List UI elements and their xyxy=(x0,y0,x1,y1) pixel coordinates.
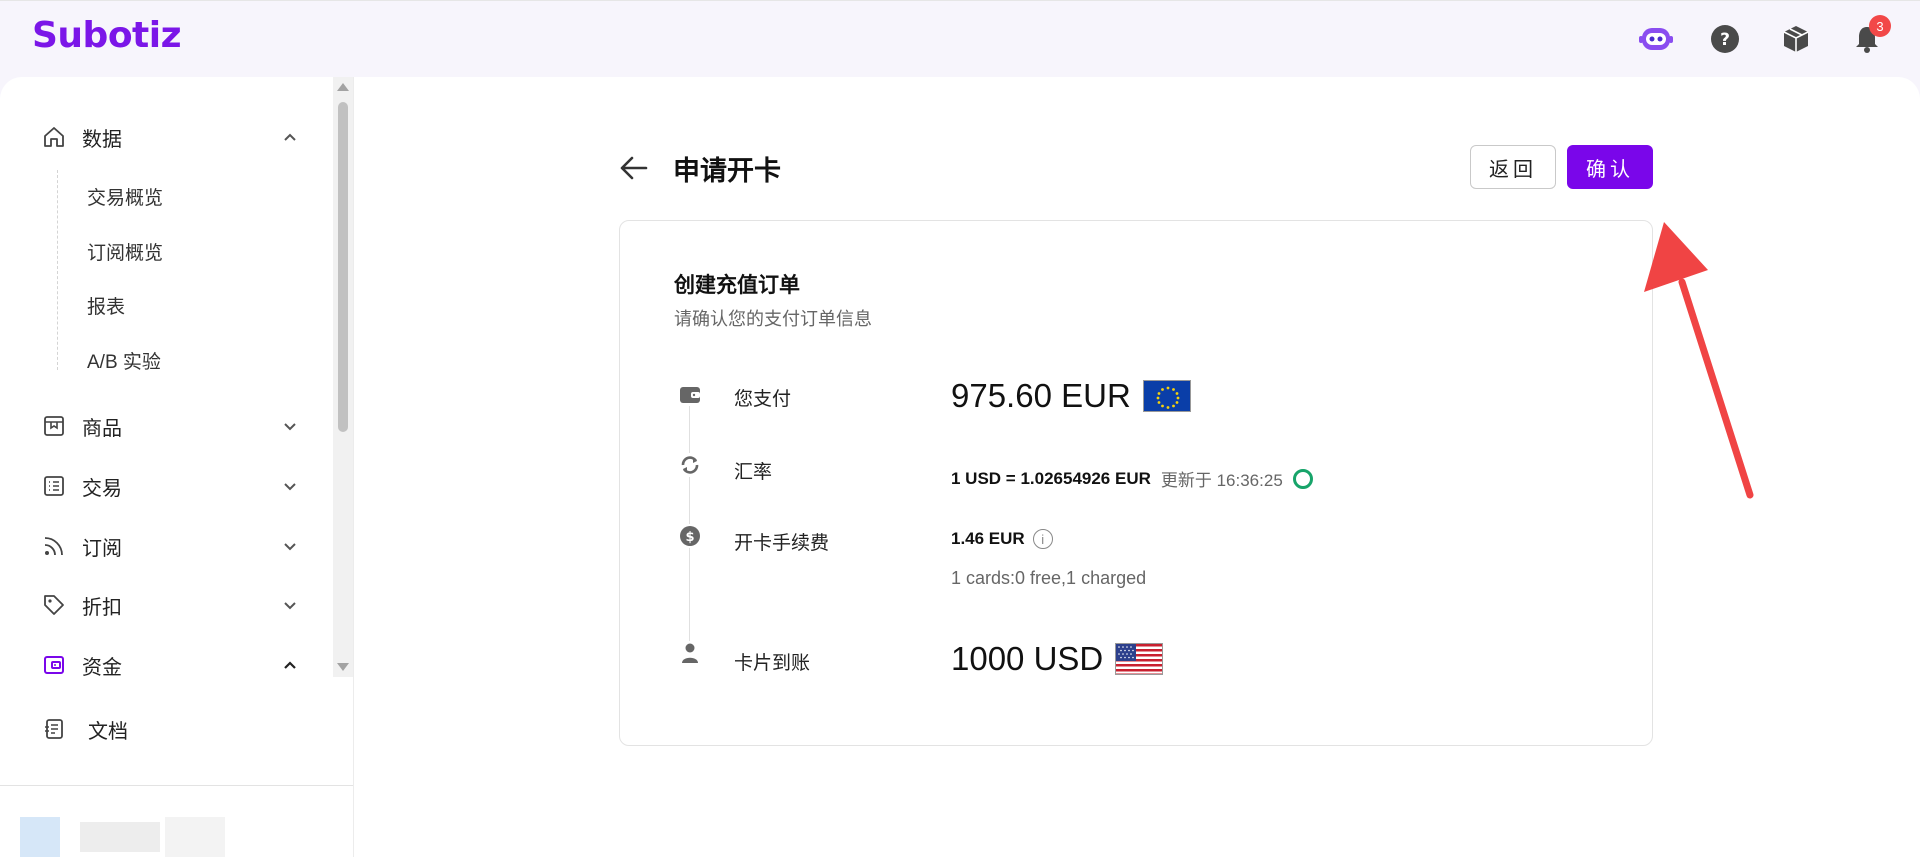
rate-updated: 更新于 16:36:25 xyxy=(1160,471,1283,490)
sidebar-item-label: 文档 xyxy=(88,720,128,743)
sidebar-item-label: 订阅 xyxy=(82,537,122,560)
sidebar-item-products[interactable]: 商品 xyxy=(40,406,300,446)
sidebar-subitem-subscriptions-overview[interactable]: 订阅概览 xyxy=(87,239,163,269)
app-logo[interactable]: Subotiz xyxy=(32,15,182,56)
chevron-down-icon xyxy=(280,476,300,496)
us-flag-icon xyxy=(1115,643,1164,675)
help-icon[interactable]: ? xyxy=(1707,21,1743,57)
card-subtitle: 请确认您的支付订单信息 xyxy=(674,309,872,329)
sidebar-subitem-ab-test[interactable]: A/B 实验 xyxy=(87,348,161,378)
fee-label: 开卡手续费 xyxy=(734,533,830,554)
blurred-user-info xyxy=(80,822,160,852)
blurred-avatar xyxy=(20,817,60,857)
sidebar-item-label: 商品 xyxy=(82,417,122,440)
package-icon[interactable] xyxy=(1778,21,1814,57)
sidebar-scrollbar[interactable] xyxy=(333,77,353,677)
wallet-icon xyxy=(678,382,702,406)
sidebar-item-funds[interactable]: 资金 xyxy=(40,645,300,685)
info-icon[interactable]: i xyxy=(1032,529,1053,549)
chevron-down-icon xyxy=(280,595,300,615)
sidebar-subitem-reports[interactable]: 报表 xyxy=(87,293,125,323)
card-title: 创建充值订单 xyxy=(674,274,800,297)
dollar-icon: $ xyxy=(678,524,702,548)
doc-icon xyxy=(40,715,68,743)
scroll-up-arrow[interactable] xyxy=(337,83,349,91)
pay-value: 975.60 EUR xyxy=(951,377,1131,414)
sidebar-divider xyxy=(0,785,353,786)
rate-value: 1 USD = 1.02654926 EUR xyxy=(951,468,1151,488)
annotation-arrow xyxy=(1620,200,1770,515)
chevron-down-icon xyxy=(280,536,300,556)
rss-icon xyxy=(40,532,68,560)
pay-amount: 975.60 EUR xyxy=(951,377,1191,415)
page-title: 申请开卡 xyxy=(673,156,781,186)
refresh-ring-icon[interactable] xyxy=(1292,468,1313,489)
rate-row: 1 USD = 1.02654926 EUR 更新于 16:36:25 xyxy=(951,466,1313,491)
scroll-down-arrow[interactable] xyxy=(337,663,349,671)
tag-icon xyxy=(40,591,68,619)
sidebar-item-label: 资金 xyxy=(82,656,122,679)
sidebar-item-label: 折扣 xyxy=(82,596,122,619)
sidebar-item-docs[interactable]: 文档 xyxy=(40,709,300,749)
chevron-up-icon xyxy=(280,655,300,675)
sidebar-subitem-transactions-overview[interactable]: 交易概览 xyxy=(87,184,163,214)
fee-row: 1.46 EUR i xyxy=(951,529,1053,549)
timeline-line xyxy=(689,396,690,646)
receive-label: 卡片到账 xyxy=(734,653,811,674)
exchange-icon xyxy=(678,453,702,477)
wallet-icon xyxy=(40,651,68,679)
bot-icon[interactable] xyxy=(1638,21,1674,57)
sidebar-item-subscriptions[interactable]: 订阅 xyxy=(40,526,300,566)
svg-text:?: ? xyxy=(1720,30,1730,50)
pay-label: 您支付 xyxy=(734,389,792,410)
rate-label: 汇率 xyxy=(734,462,773,483)
scroll-thumb[interactable] xyxy=(338,102,348,432)
bell-icon[interactable]: 3 xyxy=(1849,15,1891,57)
home-icon xyxy=(40,123,68,151)
top-bar: Subotiz ? 3 xyxy=(0,0,1920,77)
fee-value: 1.46 EUR xyxy=(951,529,1025,548)
eu-flag-icon xyxy=(1142,380,1191,412)
order-card: 创建充值订单 请确认您的支付订单信息 您支付 975.60 EUR 汇率 1 U… xyxy=(619,220,1653,746)
sidebar: 数据 交易概览 订阅概览 报表 A/B 实验 商品 交易 订阅 折扣 资金 文档 xyxy=(0,77,354,857)
confirm-button[interactable]: 确认 xyxy=(1567,145,1653,189)
notification-badge: 3 xyxy=(1869,15,1891,37)
back-button[interactable]: 返回 xyxy=(1470,145,1556,189)
list-icon xyxy=(40,472,68,500)
sidebar-item-transactions[interactable]: 交易 xyxy=(40,466,300,506)
svg-text:$: $ xyxy=(685,530,694,545)
chevron-up-icon xyxy=(280,127,300,147)
receive-value: 1000 USD xyxy=(951,640,1104,677)
receive-amount: 1000 USD xyxy=(951,640,1164,678)
submenu-line xyxy=(57,170,58,370)
back-arrow-icon[interactable] xyxy=(618,152,650,184)
sidebar-item-label: 数据 xyxy=(82,128,122,151)
chevron-down-icon xyxy=(280,416,300,436)
sidebar-item-discounts[interactable]: 折扣 xyxy=(40,585,300,625)
user-icon xyxy=(678,641,702,665)
product-icon xyxy=(40,412,68,440)
fee-note: 1 cards:0 free,1 charged xyxy=(951,568,1147,588)
sidebar-item-data[interactable]: 数据 xyxy=(40,117,300,157)
blurred-user-info xyxy=(165,817,225,857)
sidebar-item-label: 交易 xyxy=(82,477,122,500)
